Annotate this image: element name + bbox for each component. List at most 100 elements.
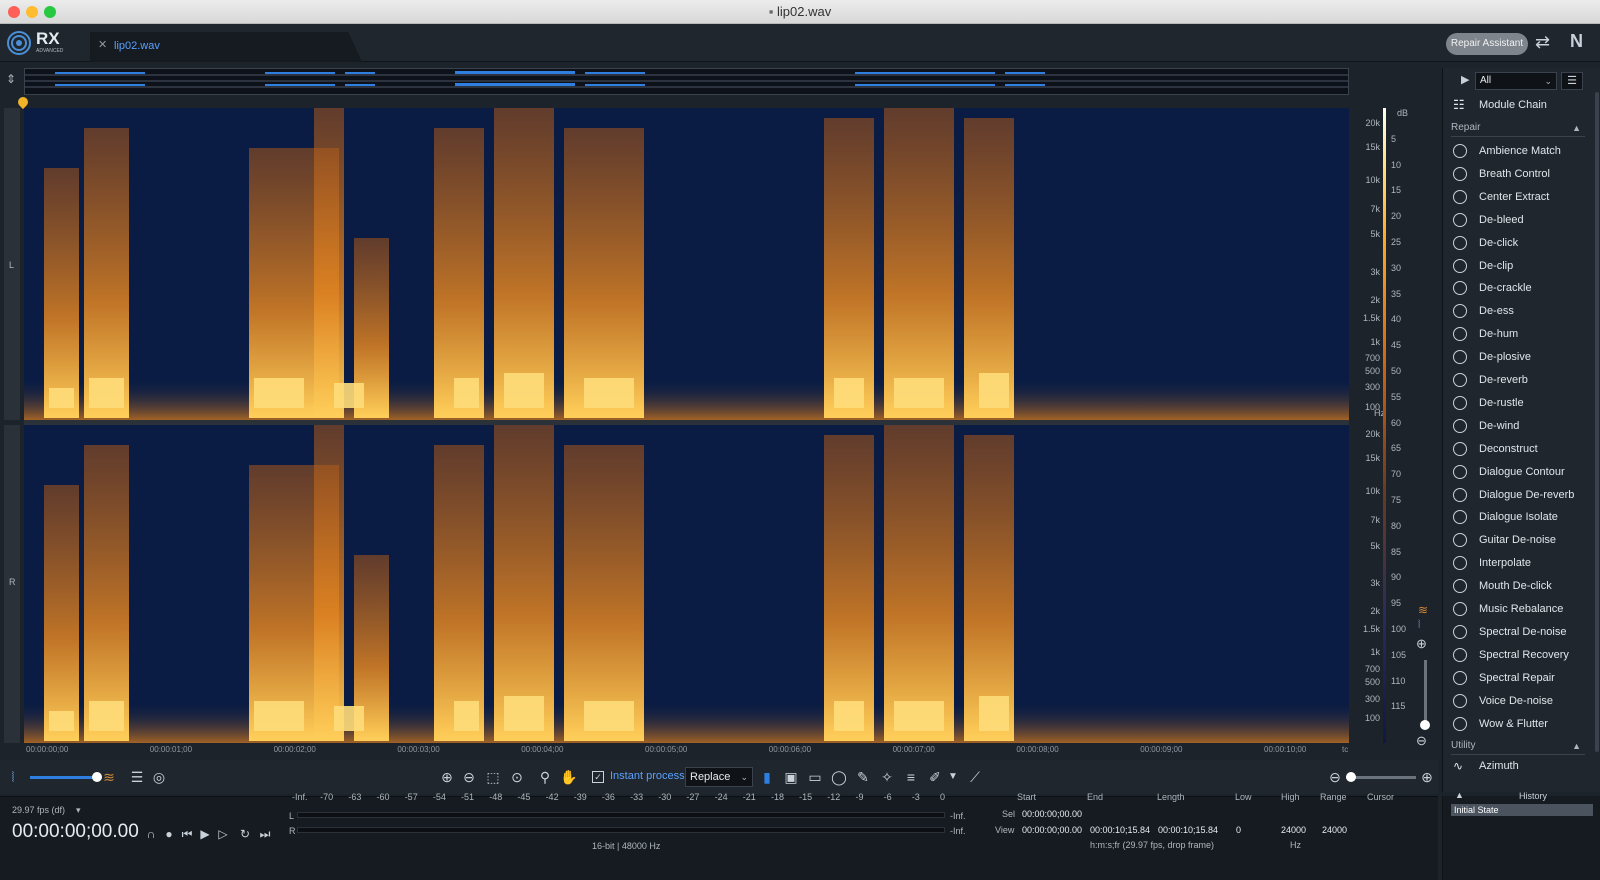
comments-icon[interactable]: ◎: [150, 768, 168, 786]
menu-icon[interactable]: ☰: [1561, 72, 1583, 90]
module-item[interactable]: De-reverb: [1449, 369, 1584, 391]
record-icon[interactable]: ●: [160, 825, 178, 843]
module-item[interactable]: Deconstruct: [1449, 438, 1584, 460]
module-item[interactable]: Music Rebalance: [1449, 598, 1584, 620]
markers-list-icon[interactable]: ☰: [128, 768, 146, 786]
view-high-value[interactable]: 24000: [1281, 825, 1306, 835]
playhead-marker[interactable]: [15, 94, 31, 110]
skip-to-end-icon[interactable]: ⏭: [256, 825, 274, 843]
collapse-overview-icon[interactable]: ⇕: [6, 72, 16, 86]
module-item[interactable]: De-click: [1449, 232, 1584, 254]
module-chain-item[interactable]: ☷ Module Chain: [1449, 94, 1584, 116]
process-mode-select[interactable]: Replace ⌄: [685, 767, 753, 787]
module-item[interactable]: Center Extract: [1449, 186, 1584, 208]
module-filter-select[interactable]: All ⌄: [1475, 72, 1557, 90]
module-item[interactable]: Guitar De-noise: [1449, 529, 1584, 551]
lasso-tool-icon[interactable]: ◯: [830, 768, 848, 786]
connect-icon[interactable]: ⇄: [1535, 32, 1550, 53]
right-channel-strip[interactable]: R: [4, 425, 20, 743]
module-item[interactable]: De-plosive: [1449, 346, 1584, 368]
module-item[interactable]: De-bleed: [1449, 209, 1584, 231]
utility-section-header[interactable]: Utility ▲: [1451, 737, 1585, 755]
horizontal-zoom-handle[interactable]: [1346, 772, 1356, 782]
view-end-value[interactable]: 00:00:10;15.84: [1090, 825, 1150, 835]
skip-to-start-icon[interactable]: ⏮: [178, 825, 196, 843]
instant-process-checkbox[interactable]: ✓: [592, 771, 604, 783]
loop-icon[interactable]: ↻: [236, 825, 254, 843]
repair-section-header[interactable]: Repair ▲: [1451, 119, 1585, 137]
zoom-selection-icon[interactable]: ⬚: [484, 768, 502, 786]
zoom-out-horizontal-icon[interactable]: ⊖: [1326, 768, 1344, 786]
module-item[interactable]: Dialogue De-reverb: [1449, 484, 1584, 506]
zoom-in-horizontal-icon[interactable]: ⊕: [1418, 768, 1436, 786]
module-item[interactable]: Dialogue Contour: [1449, 461, 1584, 483]
zoom-out-icon[interactable]: ⊖: [460, 768, 478, 786]
waveform-mode-icon[interactable]: ⦚: [1418, 619, 1420, 632]
zoom-in-vertical-icon[interactable]: ⊕: [1416, 636, 1427, 652]
zoom-out-vertical-icon[interactable]: ⊖: [1416, 733, 1427, 749]
brush-tool-icon[interactable]: ✎: [854, 768, 872, 786]
play-module-icon[interactable]: ▶: [1461, 73, 1469, 86]
module-item[interactable]: De-clip: [1449, 255, 1584, 277]
collapse-up-icon[interactable]: ▲: [1572, 119, 1581, 137]
view-low-value[interactable]: 0: [1236, 825, 1241, 835]
history-item[interactable]: Initial State: [1451, 804, 1593, 816]
module-item[interactable]: Spectral Repair: [1449, 667, 1584, 689]
sel-start-value[interactable]: 00:00:00;00.00: [1022, 809, 1082, 819]
spectrogram-right[interactable]: [24, 425, 1349, 743]
chevron-down-icon[interactable]: ▾: [76, 805, 81, 816]
time-selection-tool-icon[interactable]: ▮: [758, 768, 776, 786]
zoom-fit-icon[interactable]: ⊙: [508, 768, 526, 786]
module-item[interactable]: Breath Control: [1449, 163, 1584, 185]
module-item[interactable]: Interpolate: [1449, 552, 1584, 574]
module-item[interactable]: De-ess: [1449, 300, 1584, 322]
left-channel-strip[interactable]: L: [4, 108, 20, 420]
zoom-window-button[interactable]: [44, 6, 56, 18]
module-item[interactable]: De-crackle: [1449, 277, 1584, 299]
hand-tool-icon[interactable]: ✋: [560, 768, 578, 786]
module-item[interactable]: ∿ Azimuth: [1449, 757, 1584, 775]
spectrogram-view-icon[interactable]: ≋: [100, 768, 118, 786]
close-window-button[interactable]: [8, 6, 20, 18]
file-tab[interactable]: ✕ lip02.wav: [90, 32, 362, 62]
module-item[interactable]: Mouth De-click: [1449, 575, 1584, 597]
minimize-window-button[interactable]: [26, 6, 38, 18]
view-start-value[interactable]: 00:00:00;00.00: [1022, 825, 1082, 835]
module-item[interactable]: Dialogue Isolate: [1449, 506, 1584, 528]
collapse-up-icon[interactable]: ▲: [1455, 790, 1464, 800]
repair-assistant-button[interactable]: Repair Assistant: [1446, 33, 1528, 55]
module-list-scrollbar[interactable]: [1595, 92, 1599, 752]
spectrogram-left[interactable]: [24, 108, 1349, 420]
time-frequency-selection-icon[interactable]: ▭: [806, 768, 824, 786]
play-selection-icon[interactable]: ▷: [214, 825, 232, 843]
frame-rate-label[interactable]: 29.97 fps (df): [12, 805, 65, 815]
headphones-icon[interactable]: ∩: [142, 825, 160, 843]
horizontal-zoom-slider[interactable]: [1346, 772, 1416, 782]
module-item[interactable]: Voice De-noise: [1449, 690, 1584, 712]
module-item[interactable]: Spectral Recovery: [1449, 644, 1584, 666]
module-item[interactable]: De-wind: [1449, 415, 1584, 437]
opacity-slider[interactable]: [30, 772, 102, 782]
play-icon[interactable]: ▶: [196, 825, 214, 843]
native-instruments-icon[interactable]: N: [1570, 31, 1583, 52]
module-item[interactable]: De-hum: [1449, 323, 1584, 345]
waveform-overview[interactable]: [24, 68, 1349, 95]
view-range-value[interactable]: 24000: [1322, 825, 1347, 835]
pencil-options-icon[interactable]: ▼: [944, 768, 962, 786]
collapse-up-icon[interactable]: ▲: [1572, 737, 1581, 755]
frequency-selection-tool-icon[interactable]: ▣: [782, 768, 800, 786]
module-item[interactable]: Spectral De-noise: [1449, 621, 1584, 643]
waveform-view-icon[interactable]: ⦚: [4, 768, 22, 786]
find-similar-icon[interactable]: ⟋: [966, 768, 984, 786]
magic-wand-icon[interactable]: ✧: [878, 768, 896, 786]
vertical-zoom-handle[interactable]: [1420, 720, 1430, 730]
module-item[interactable]: Wow & Flutter: [1449, 713, 1584, 735]
vertical-zoom-slider[interactable]: [1420, 660, 1430, 730]
view-length-value[interactable]: 00:00:10;15.84: [1158, 825, 1218, 835]
pencil-tool-icon[interactable]: ✐: [926, 768, 944, 786]
spectrogram-mode-icon[interactable]: ≋: [1418, 603, 1428, 617]
module-item[interactable]: Ambience Match: [1449, 140, 1584, 162]
harmonic-selection-icon[interactable]: ≡: [902, 768, 920, 786]
zoom-tool-icon[interactable]: ⚲: [536, 768, 554, 786]
module-item[interactable]: De-rustle: [1449, 392, 1584, 414]
